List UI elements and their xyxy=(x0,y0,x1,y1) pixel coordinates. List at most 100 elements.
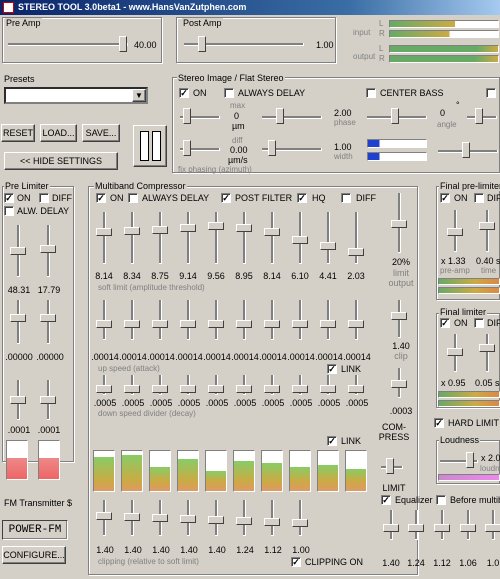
clipping-6-slider[interactable] xyxy=(236,517,252,525)
phase-track xyxy=(262,116,322,119)
load-button[interactable]: LOAD... xyxy=(40,124,77,142)
clipping-1-slider[interactable] xyxy=(96,512,112,520)
soft-limit-10-slider[interactable] xyxy=(348,248,364,256)
down-speed-4-slider[interactable] xyxy=(180,385,196,393)
pre-limiter-1-slider[interactable] xyxy=(10,247,26,255)
eq-4-slider[interactable] xyxy=(460,524,476,532)
post-amp-slider[interactable] xyxy=(198,36,206,52)
mbc-hq-checkbox[interactable]: ✓ xyxy=(297,193,307,203)
final-pre-on-checkbox[interactable]: ✓ xyxy=(440,193,450,203)
final-pre-diff-checkbox[interactable] xyxy=(474,193,484,203)
down-speed-9-slider[interactable] xyxy=(320,385,336,393)
width-slider[interactable] xyxy=(268,140,276,156)
clipping-2-slider[interactable] xyxy=(124,513,140,521)
diff-slider[interactable] xyxy=(183,140,191,156)
up-speed-4-slider[interactable] xyxy=(180,320,196,328)
pre-limiter-2-slider[interactable] xyxy=(40,245,56,253)
reset-button[interactable]: RESET xyxy=(1,124,35,142)
pre-limiter-6-slider[interactable] xyxy=(40,396,56,404)
power-fm-button[interactable]: POWER-FM xyxy=(2,520,68,540)
clipping-5-slider[interactable] xyxy=(208,516,224,524)
up-speed-9-slider[interactable] xyxy=(320,320,336,328)
mbc-always-delay-checkbox[interactable] xyxy=(128,193,138,203)
mbc-diff-checkbox[interactable] xyxy=(341,193,351,203)
mbc-post-filter-checkbox[interactable]: ✓ xyxy=(221,193,231,203)
eq-2-slider[interactable] xyxy=(408,524,424,532)
final-lim-diff-checkbox[interactable] xyxy=(474,318,484,328)
pre-amp-slider[interactable] xyxy=(119,36,127,52)
down-speed-2-slider[interactable] xyxy=(124,385,140,393)
up-speed-3-slider[interactable] xyxy=(152,320,168,328)
soft-limit-6-slider[interactable] xyxy=(236,224,252,232)
soft-limit-2-slider[interactable] xyxy=(124,227,140,235)
final-lim-on-checkbox[interactable]: ✓ xyxy=(440,318,450,328)
pre-limiter-on-checkbox[interactable]: ✓ xyxy=(4,193,14,203)
down-speed-5-slider[interactable] xyxy=(208,385,224,393)
eq-5-slider[interactable] xyxy=(485,524,500,532)
loudness-slider[interactable] xyxy=(466,452,474,468)
down-speed-1-slider[interactable] xyxy=(96,385,112,393)
up-speed-5-slider[interactable] xyxy=(208,320,224,328)
clipping-4-slider[interactable] xyxy=(180,515,196,523)
max-slider[interactable] xyxy=(183,108,191,124)
pre-limiter-5-slider[interactable] xyxy=(10,396,26,404)
before-multiband-checkbox[interactable] xyxy=(436,495,446,505)
pre-limiter-3-slider[interactable] xyxy=(10,314,26,322)
soft-limit-4-slider[interactable] xyxy=(180,224,196,232)
pre-limiter-4-slider[interactable] xyxy=(40,314,56,322)
clipping-7-slider[interactable] xyxy=(264,518,280,526)
compress-slider[interactable] xyxy=(386,458,394,474)
pre-limiter-alw-delay-checkbox[interactable] xyxy=(4,206,14,216)
down-speed-8-slider[interactable] xyxy=(292,385,308,393)
stereo-on-checkbox[interactable]: ✓ xyxy=(179,88,189,98)
soft-limit-9-slider[interactable] xyxy=(320,242,336,250)
pane-toggle-button[interactable] xyxy=(133,125,167,167)
final-pre-slider-1[interactable] xyxy=(447,228,463,236)
final-lim-slider-1[interactable] xyxy=(447,348,463,356)
up-speed-value-9: .00014 xyxy=(315,352,343,362)
equalizer-checkbox[interactable]: ✓ xyxy=(381,495,391,505)
down-speed-3-slider[interactable] xyxy=(152,385,168,393)
limit-slider[interactable] xyxy=(391,220,407,228)
configure-button[interactable]: CONFIGURE... xyxy=(2,546,66,564)
soft-limit-3-slider[interactable] xyxy=(152,226,168,234)
final-lim-slider-2[interactable] xyxy=(479,344,495,352)
stereo-always-delay-checkbox[interactable] xyxy=(224,88,234,98)
pre-limiter-diff-checkbox[interactable] xyxy=(39,193,49,203)
clipping-8-slider[interactable] xyxy=(292,519,308,527)
center-bass-slider[interactable] xyxy=(391,108,399,124)
final-pre-slider-2[interactable] xyxy=(479,222,495,230)
hide-settings-button[interactable]: << HIDE SETTINGS xyxy=(4,152,118,170)
up-speed-8-slider[interactable] xyxy=(292,320,308,328)
down-link-checkbox[interactable]: ✓ xyxy=(327,436,337,446)
soft-limit-8-slider[interactable] xyxy=(292,236,308,244)
small-slider[interactable] xyxy=(391,380,407,388)
down-speed-10-slider[interactable] xyxy=(348,385,364,393)
clipping-3-slider[interactable] xyxy=(152,514,168,522)
phase-slider[interactable] xyxy=(276,108,284,124)
mbc-on-checkbox[interactable]: ✓ xyxy=(96,193,106,203)
up-speed-10-slider[interactable] xyxy=(348,320,364,328)
eq-3-slider[interactable] xyxy=(434,524,450,532)
save-button[interactable]: SAVE... xyxy=(82,124,120,142)
hard-limit-checkbox[interactable]: ✓ xyxy=(434,418,444,428)
clipping-on-checkbox[interactable]: ✓ xyxy=(291,557,301,567)
center-bass-checkbox[interactable] xyxy=(366,88,376,98)
up-link-checkbox[interactable]: ✓ xyxy=(327,364,337,374)
up-speed-7-slider[interactable] xyxy=(264,320,280,328)
down-speed-6-slider[interactable] xyxy=(236,385,252,393)
up-speed-2-slider[interactable] xyxy=(124,320,140,328)
soft-limit-7-slider[interactable] xyxy=(264,228,280,236)
down-speed-7-slider[interactable] xyxy=(264,385,280,393)
up-speed-6-slider[interactable] xyxy=(236,320,252,328)
soft-limit-5-slider[interactable] xyxy=(208,222,224,230)
extra-checkbox[interactable] xyxy=(486,88,496,98)
extra-slider[interactable] xyxy=(462,142,470,158)
clip-slider[interactable] xyxy=(391,312,407,320)
up-speed-1-slider[interactable] xyxy=(96,320,112,328)
angle-slider[interactable] xyxy=(475,108,483,124)
presets-combo[interactable] xyxy=(4,87,148,104)
presets-dropdown-icon[interactable]: ▼ xyxy=(132,89,146,102)
eq-1-slider[interactable] xyxy=(383,524,399,532)
soft-limit-1-slider[interactable] xyxy=(96,228,112,236)
